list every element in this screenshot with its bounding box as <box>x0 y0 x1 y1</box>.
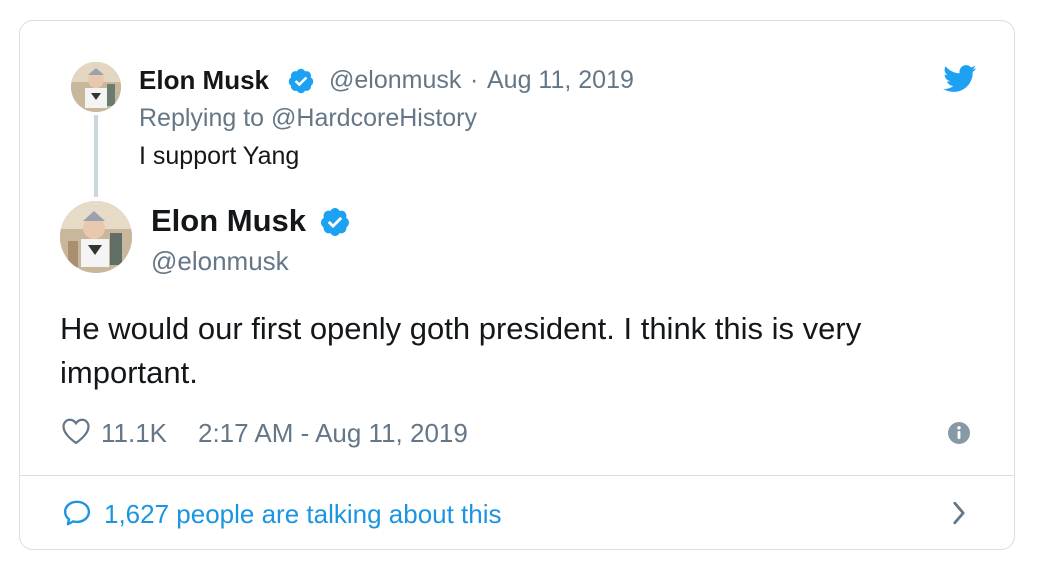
author-handle[interactable]: @elonmusk <box>151 245 289 277</box>
like-heart-icon[interactable] <box>61 417 91 450</box>
quoted-author-name[interactable]: Elon Musk <box>139 64 269 96</box>
replying-to-line[interactable]: Replying to @HardcoreHistory <box>139 103 477 133</box>
footer-divider <box>20 475 1014 476</box>
talking-about-link[interactable]: 1,627 people are talking about this <box>104 498 502 530</box>
verified-badge-icon <box>287 67 315 95</box>
info-icon[interactable] <box>947 421 971 450</box>
quoted-separator: · <box>470 66 479 94</box>
reply-bubble-icon[interactable] <box>61 498 93 533</box>
like-count[interactable]: 11.1K <box>101 418 167 448</box>
tweet-timestamp[interactable]: 2:17 AM - Aug 11, 2019 <box>198 418 468 448</box>
quoted-tweet-text: I support Yang <box>139 142 300 170</box>
quoted-date[interactable]: Aug 11, 2019 <box>487 65 634 95</box>
author-name[interactable]: Elon Musk <box>151 202 306 240</box>
embedded-tweet-card[interactable]: Elon Musk @elonmusk · Aug 11, 2019 Reply… <box>19 20 1015 550</box>
twitter-bird-icon[interactable] <box>943 65 977 98</box>
author-avatar[interactable] <box>60 201 132 273</box>
tweet-text: He would our first openly goth president… <box>60 311 862 390</box>
verified-badge-icon <box>319 206 351 238</box>
quoted-handle[interactable]: @elonmusk <box>329 65 461 95</box>
thread-connector-line <box>94 115 98 197</box>
chevron-right-icon[interactable] <box>950 499 968 532</box>
quoted-avatar[interactable] <box>71 62 121 112</box>
